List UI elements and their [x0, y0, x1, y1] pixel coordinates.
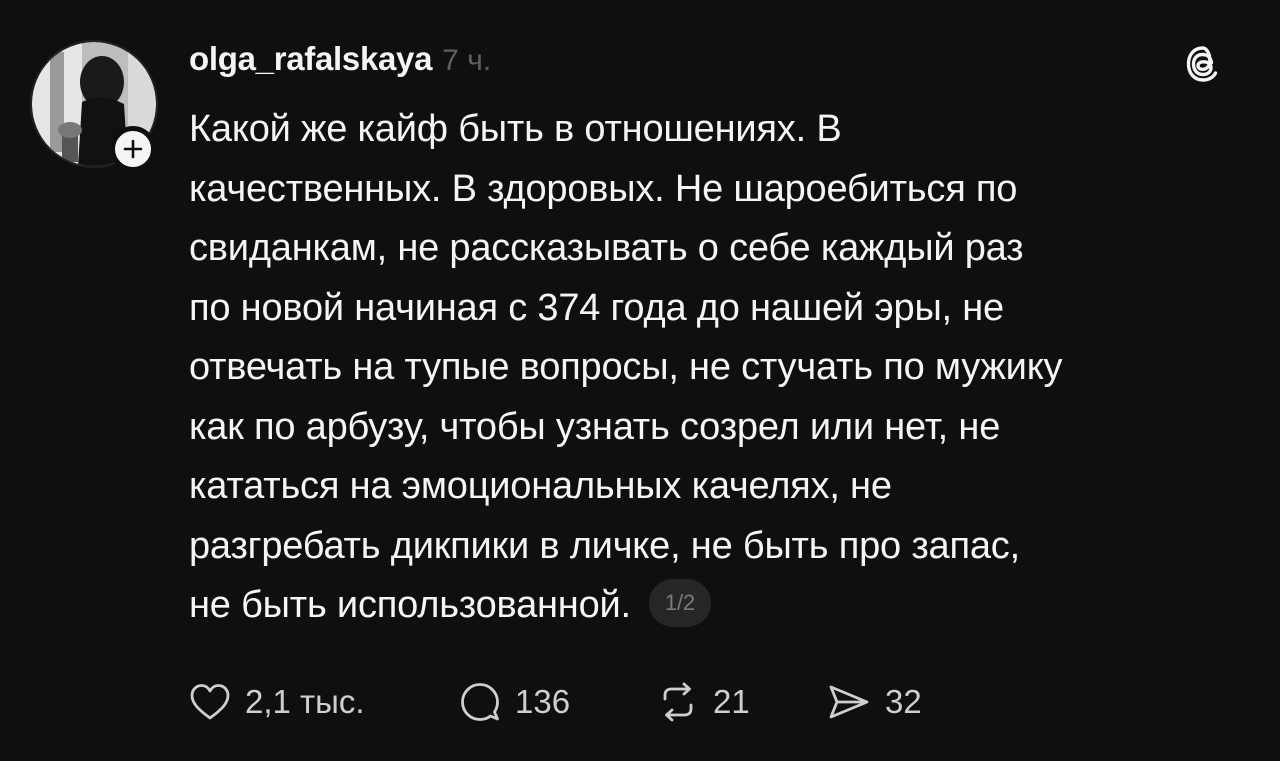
plus-icon: [123, 139, 143, 159]
reposts-count: 21: [713, 683, 750, 720]
action-bar: 2,1 тыс. 136 21 32: [189, 680, 922, 724]
repost-icon: [663, 682, 693, 722]
likes-count: 2,1 тыс.: [245, 683, 365, 720]
post-text-line: разгребать дикпики в личке, не быть про …: [189, 524, 1020, 567]
comments-count: 136: [515, 683, 571, 720]
post-text-line: качественных. В здоровых. Не шароебиться…: [189, 167, 1018, 210]
post-text-line: кататься на эмоциональных качелях, не: [189, 465, 892, 507]
page-indicator-badge: 1/2: [648, 578, 711, 627]
comment-button[interactable]: 136: [459, 681, 657, 723]
share-button[interactable]: 32: [827, 682, 922, 722]
threads-logo-icon[interactable]: [1183, 42, 1223, 86]
heart-icon: [190, 684, 230, 720]
thread-post: olga_rafalskaya 7 ч. Какой же кайф быть …: [0, 0, 1280, 761]
post-text-line: отвечать на тупые вопросы, не стучать по…: [189, 346, 1063, 388]
avatar-container[interactable]: [30, 40, 158, 172]
post-header: olga_rafalskaya 7 ч.: [189, 40, 491, 78]
post-text-line-last: не быть использованной. 1/2: [189, 576, 1249, 636]
shares-count: 32: [885, 683, 922, 720]
post-text-line: свиданкам, не рассказывать о себе каждый…: [189, 227, 1024, 269]
like-button[interactable]: 2,1 тыс.: [189, 682, 459, 722]
post-text-line: Какой же кайф быть в отношениях. В: [189, 108, 842, 150]
comment-bubble-icon: [461, 683, 499, 721]
post-text-line: как по арбузу, чтобы узнать созрел или н…: [189, 405, 1001, 448]
post-timestamp: 7 ч.: [442, 44, 492, 77]
follow-button[interactable]: [110, 126, 156, 172]
post-body: Какой же кайф быть в отношениях. В качес…: [189, 100, 1249, 636]
repost-button[interactable]: 21: [657, 681, 827, 723]
username-link[interactable]: olga_rafalskaya: [189, 40, 432, 78]
post-text-line: по новой начиная с 374 года до нашей эры…: [189, 286, 1004, 329]
post-text-last: не быть использованной.: [189, 584, 631, 626]
send-icon: [829, 685, 869, 719]
